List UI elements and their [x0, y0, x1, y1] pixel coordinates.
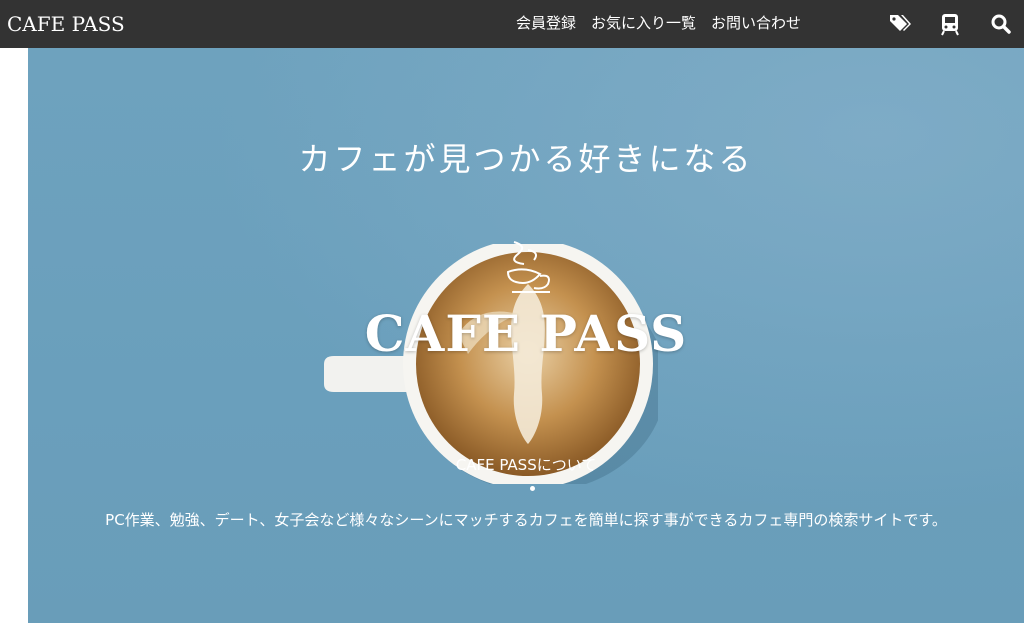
- cafe-logo-icon: [506, 241, 550, 293]
- about-link[interactable]: CAFE PASSについて: [28, 454, 1024, 475]
- top-navbar: CAFE PASS 会員登録 お気に入り一覧 お問い合わせ: [0, 0, 1024, 48]
- hero-section: カフェが見つかる好きになる CAFE PASS CAFE PASSについて PC…: [28, 48, 1024, 623]
- nav-links: 会員登録 お気に入り一覧 お問い合わせ: [516, 11, 816, 37]
- train-icon[interactable]: [938, 12, 962, 36]
- site-description: PC作業、勉強、デート、女子会など様々なシーンにマッチするカフェを簡単に探す事が…: [105, 511, 947, 529]
- nav-link-register[interactable]: 会員登録: [516, 11, 576, 37]
- coffee-cup-image: [324, 244, 658, 484]
- nav-link-contact[interactable]: お問い合わせ: [711, 11, 801, 37]
- scroll-indicator-dot: [530, 486, 535, 491]
- hero-tagline: カフェが見つかる好きになる: [298, 140, 754, 178]
- hero-logo-text: CAFE PASS: [364, 304, 688, 363]
- search-icon[interactable]: [989, 12, 1013, 36]
- nav-link-favorites[interactable]: お気に入り一覧: [591, 11, 696, 37]
- tags-icon[interactable]: [888, 12, 912, 36]
- brand-logo-link[interactable]: CAFE PASS: [7, 10, 125, 38]
